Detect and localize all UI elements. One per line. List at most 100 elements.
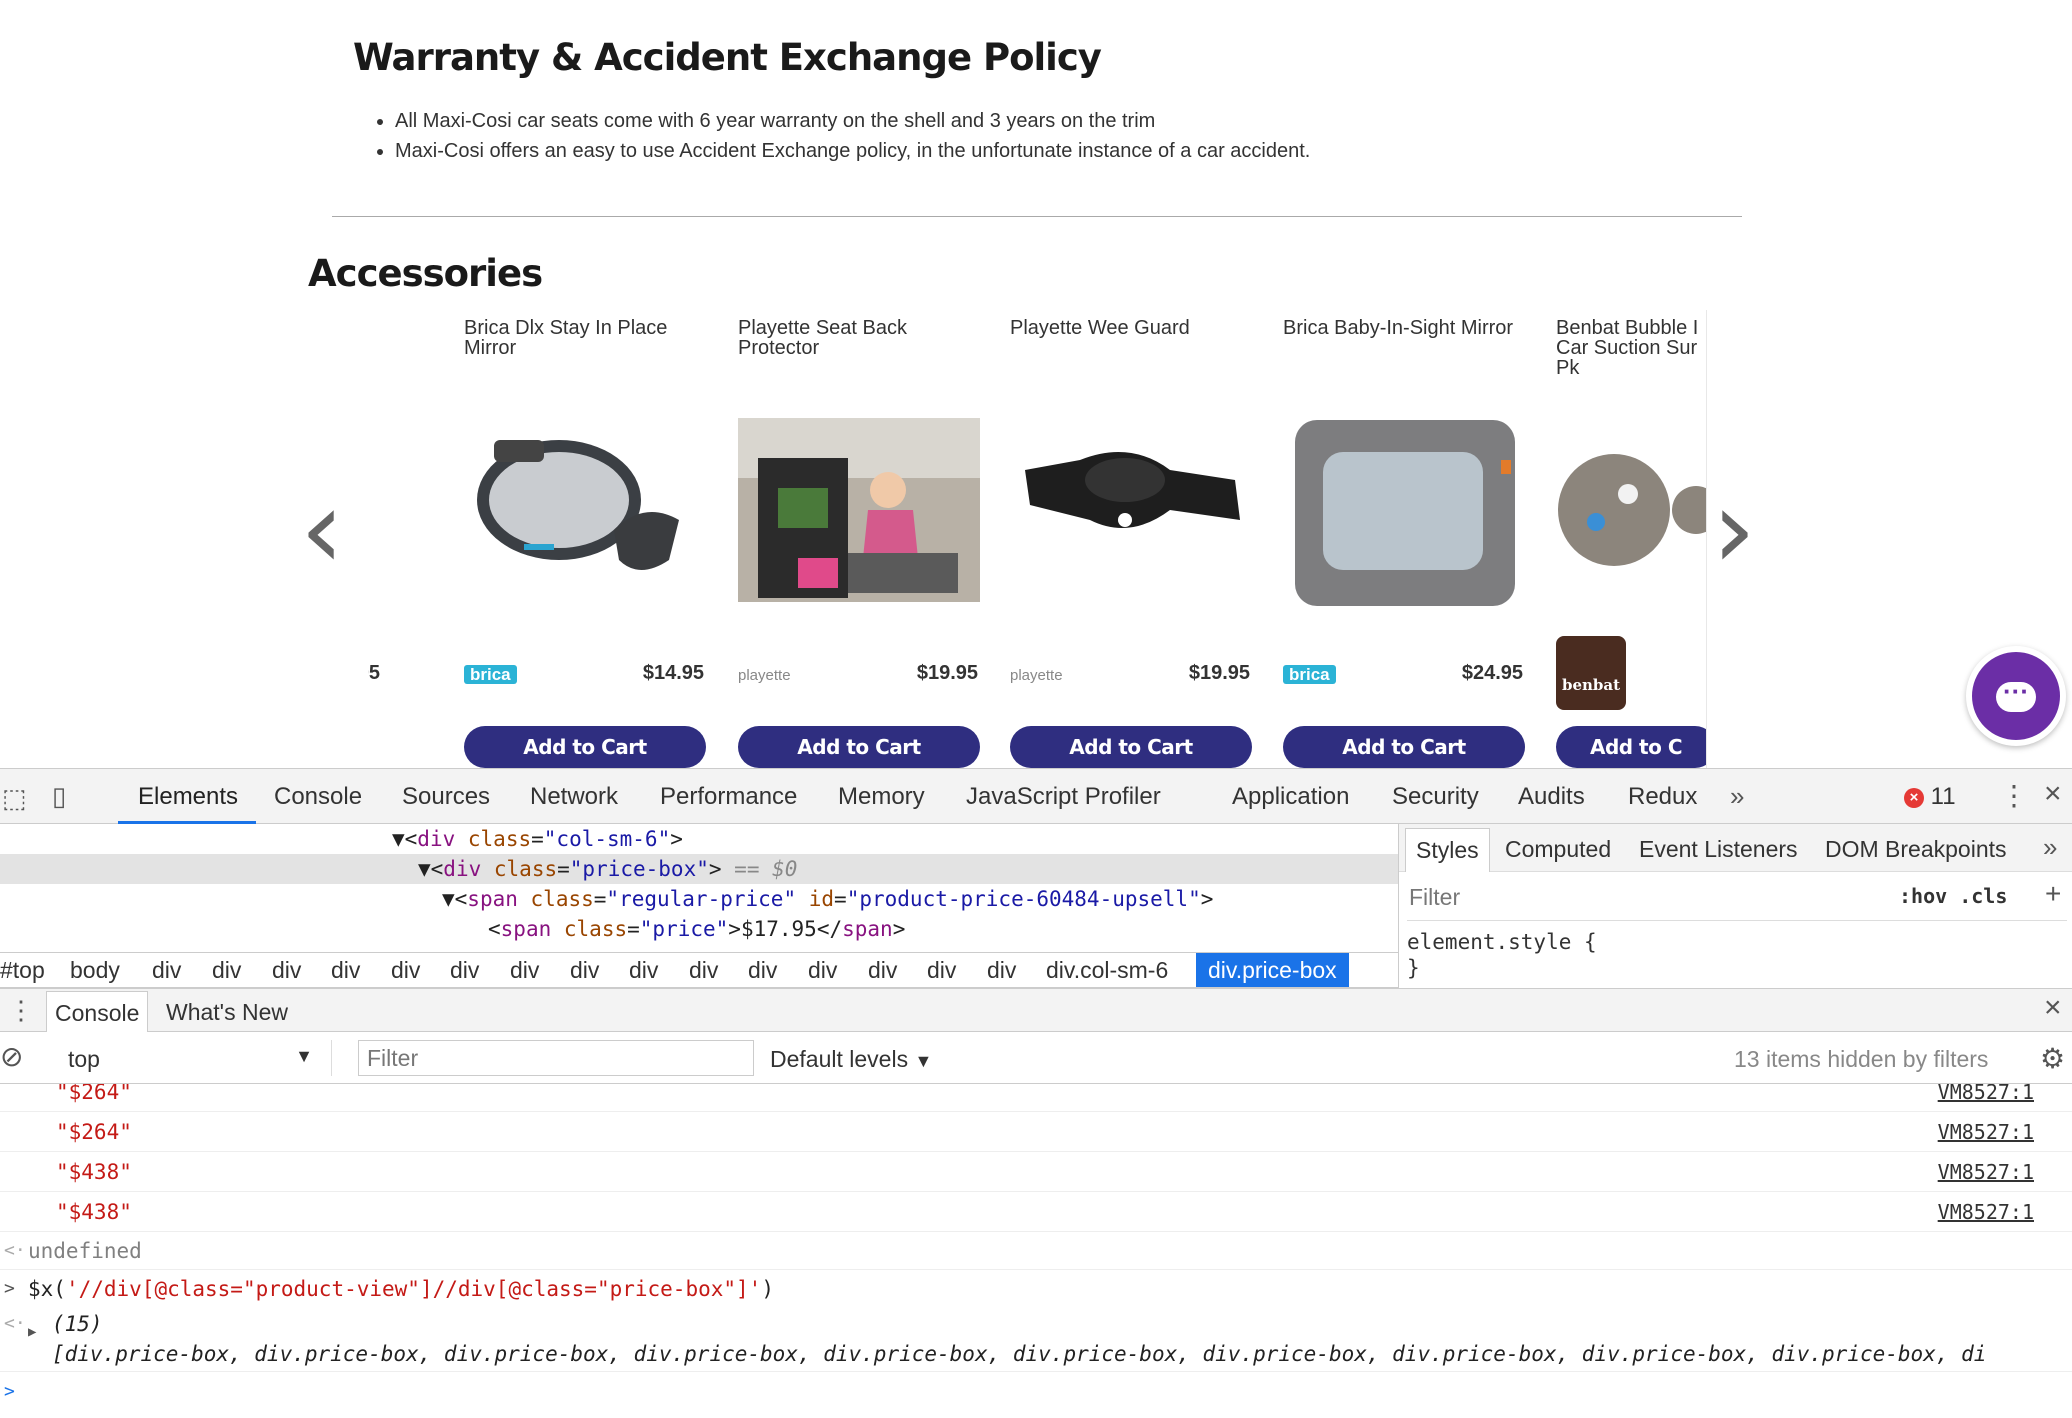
dom-node[interactable]: <span class="price">$17.95</span> [0, 914, 1398, 944]
add-to-cart-button[interactable]: Add to Cart [1283, 726, 1525, 768]
carousel-edge [1706, 310, 1707, 768]
console-message: "$438" VM8527:1 [0, 1192, 2072, 1232]
dom-node-selected[interactable]: ▼<div class="price-box"> == $0 [0, 854, 1398, 884]
chat-button[interactable]: ··· [1966, 646, 2066, 746]
clear-console-icon[interactable]: ⊘ [0, 1040, 23, 1073]
product-image[interactable] [464, 410, 706, 600]
add-to-cart-button[interactable]: Add to Cart [1010, 726, 1252, 768]
product-card[interactable]: Brica Baby-In-Sight Mirror brica $24.95 … [1283, 310, 1529, 768]
tab-redux[interactable]: Redux [1628, 783, 1697, 811]
tab-event-listeners[interactable]: Event Listeners [1639, 836, 1798, 863]
console-toolbar: ⊘ top▼ Default levels ▼ 13 items hidden … [0, 1032, 2072, 1084]
tab-computed[interactable]: Computed [1505, 836, 1611, 863]
tab-memory[interactable]: Memory [838, 783, 925, 811]
add-to-cart-button[interactable]: Add to C [1556, 726, 1706, 768]
warranty-item: All Maxi-Cosi car seats come with 6 year… [395, 106, 1310, 136]
product-image[interactable] [1010, 410, 1252, 600]
add-rule-icon[interactable]: + [2045, 878, 2061, 910]
hov-cls-toggles[interactable]: :hov .cls [1899, 884, 2007, 908]
console-settings-gear-icon[interactable]: ⚙ [2040, 1042, 2065, 1075]
product-price: $19.95 [916, 662, 978, 684]
console-result-list[interactable]: [div.price-box, div.price-box, div.price… [0, 1336, 2072, 1372]
tab-security[interactable]: Security [1392, 783, 1479, 811]
more-tabs-icon[interactable]: » [2043, 832, 2057, 863]
product-name[interactable]: Benbat Bubble I Car Suction Sur Pk [1556, 318, 1706, 378]
breadcrumb-item[interactable]: div [868, 957, 897, 984]
product-name[interactable]: Brica Baby-In-Sight Mirror [1283, 318, 1523, 338]
source-link[interactable]: VM8527:1 [1938, 1112, 2034, 1152]
product-card[interactable]: Playette Wee Guard playette $19.95 Add t… [1010, 310, 1256, 768]
device-toolbar-icon[interactable]: ▯ [52, 781, 66, 812]
tab-audits[interactable]: Audits [1518, 783, 1585, 811]
breadcrumb-item[interactable]: div.col-sm-6 [1046, 957, 1168, 984]
breadcrumb-item[interactable]: div [629, 957, 658, 984]
carousel-prev-arrow-icon[interactable]: ‹ [300, 474, 344, 584]
console-message: "$264" VM8527:1 [0, 1084, 2072, 1112]
breadcrumb-item[interactable]: div [391, 957, 420, 984]
breadcrumb-item[interactable]: #top [0, 957, 45, 984]
product-card[interactable]: Brica Dlx Stay In Place Mirror brica $14… [464, 310, 710, 768]
breadcrumb-item[interactable]: div [570, 957, 599, 984]
carousel-next-arrow-icon[interactable]: › [1712, 474, 1756, 584]
drawer-menu-icon[interactable]: ⋮ [8, 995, 34, 1026]
tab-network[interactable]: Network [530, 783, 618, 811]
devtools-tabbar: ⬚ ▯ Elements Console Sources Network Per… [0, 768, 2072, 824]
dom-node[interactable]: ▼<span class="regular-price" id="product… [0, 884, 1398, 914]
tab-sources[interactable]: Sources [402, 783, 490, 811]
more-tabs-icon[interactable]: » [1730, 781, 1744, 812]
dropdown-caret-icon: ▼ [914, 1051, 933, 1071]
product-price: $14.95 [642, 662, 704, 684]
tab-application[interactable]: Application [1232, 783, 1349, 811]
breadcrumb-item[interactable]: div [808, 957, 837, 984]
breadcrumb-item[interactable]: div [927, 957, 956, 984]
breadcrumb-item[interactable]: div [152, 957, 181, 984]
close-devtools-icon[interactable]: × [2044, 777, 2062, 811]
log-levels-dropdown[interactable]: Default levels ▼ [770, 1046, 932, 1073]
drawer-tab-whats-new[interactable]: What's New [166, 999, 288, 1026]
breadcrumb-item[interactable]: div [748, 957, 777, 984]
tab-elements[interactable]: Elements [138, 783, 238, 811]
product-card[interactable]: Benbat Bubble I Car Suction Sur Pk benba… [1556, 310, 1706, 768]
console-filter-input[interactable] [358, 1040, 754, 1076]
context-select[interactable]: top ▼ [50, 1040, 332, 1076]
breadcrumb-item[interactable]: div [331, 957, 360, 984]
tab-styles[interactable]: Styles [1405, 828, 1490, 872]
product-name[interactable]: Brica Dlx Stay In Place Mirror [464, 318, 704, 358]
breadcrumb-item[interactable]: body [70, 957, 120, 984]
product-image[interactable] [1556, 410, 1706, 600]
breadcrumb-item[interactable]: div [272, 957, 301, 984]
close-drawer-icon[interactable]: × [2044, 991, 2062, 1025]
kebab-menu-icon[interactable]: ⋮ [2000, 779, 2028, 812]
rule-close: } [1407, 956, 1420, 980]
tab-performance[interactable]: Performance [660, 783, 797, 811]
console-prompt[interactable]: > [0, 1374, 2072, 1410]
product-name[interactable]: Playette Wee Guard [1010, 318, 1250, 338]
tab-dom-breakpoints[interactable]: DOM Breakpoints [1825, 836, 2007, 863]
add-to-cart-button[interactable]: Add to Cart [464, 726, 706, 768]
error-count-badge[interactable]: × 11 [1904, 783, 1956, 811]
inspect-element-icon[interactable]: ⬚ [2, 783, 27, 814]
source-link[interactable]: VM8527:1 [1938, 1192, 2034, 1232]
breadcrumb-item[interactable]: div [510, 957, 539, 984]
product-image[interactable] [738, 418, 980, 602]
styles-filter-input[interactable]: Filter [1409, 884, 1460, 911]
product-card[interactable]: Playette Seat Back Protector playette $1… [738, 310, 984, 768]
product-image[interactable] [1283, 416, 1525, 606]
add-to-cart-button[interactable]: Add to Cart [738, 726, 980, 768]
error-icon: × [1904, 788, 1924, 808]
product-name[interactable]: Playette Seat Back Protector [738, 318, 978, 358]
element-style-rule[interactable]: element.style { } [1407, 920, 2067, 981]
console-output: "$264" VM8527:1 "$264" VM8527:1 "$438" V… [0, 1084, 2072, 1418]
section-divider [332, 216, 1742, 217]
tab-console[interactable]: Console [274, 783, 362, 811]
dom-node[interactable]: ▼<div class="col-sm-6"> [0, 824, 1398, 854]
source-link[interactable]: VM8527:1 [1938, 1084, 2034, 1112]
breadcrumb-item[interactable]: div [450, 957, 479, 984]
tab-javascript-profiler[interactable]: JavaScript Profiler [966, 783, 1161, 811]
breadcrumb-item[interactable]: div [212, 957, 241, 984]
source-link[interactable]: VM8527:1 [1938, 1152, 2034, 1192]
breadcrumb-item-active[interactable]: div.price-box [1196, 953, 1349, 987]
drawer-tab-console[interactable]: Console [46, 991, 149, 1035]
breadcrumb-item[interactable]: div [689, 957, 718, 984]
breadcrumb-item[interactable]: div [987, 957, 1016, 984]
